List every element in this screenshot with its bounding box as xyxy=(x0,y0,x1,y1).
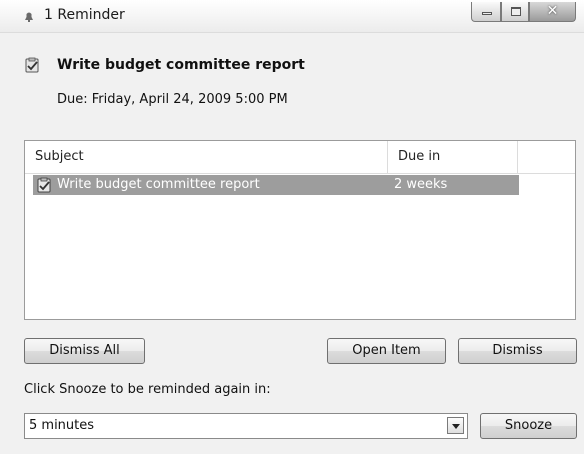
column-header-due-in[interactable]: Due in xyxy=(388,141,518,173)
reminder-bell-icon xyxy=(25,12,33,22)
column-header-subject[interactable]: Subject xyxy=(25,141,388,173)
minimize-button[interactable] xyxy=(471,2,501,22)
reminder-subject: Write budget committee report xyxy=(57,57,305,73)
reminder-window: 1 Reminder ✕ Write budget committee repo… xyxy=(0,0,584,454)
snooze-interval-select[interactable]: 5 minutes xyxy=(24,413,468,439)
maximize-button[interactable] xyxy=(501,2,529,22)
title-bar[interactable]: 1 Reminder ✕ xyxy=(0,0,584,33)
open-item-button[interactable]: Open Item xyxy=(327,338,446,364)
close-button[interactable]: ✕ xyxy=(529,2,576,22)
snooze-interval-value: 5 minutes xyxy=(29,418,95,433)
reminder-list[interactable]: Subject Due in Write budget committee re… xyxy=(24,140,576,320)
maximize-icon xyxy=(511,7,521,16)
list-item-due-in: 2 weeks xyxy=(394,177,448,192)
snooze-button[interactable]: Snooze xyxy=(480,413,577,439)
list-header: Subject Due in xyxy=(25,141,575,174)
dropdown-button[interactable] xyxy=(447,417,464,434)
list-item[interactable]: Write budget committee report 2 weeks xyxy=(33,175,519,195)
task-clipboard-icon xyxy=(25,57,39,73)
close-icon: ✕ xyxy=(546,3,559,19)
snooze-label: Click Snooze to be reminded again in: xyxy=(24,382,271,397)
window-title: 1 Reminder xyxy=(44,7,125,23)
list-item-subject: Write budget committee report xyxy=(57,177,260,192)
task-clipboard-icon xyxy=(37,177,51,193)
dismiss-all-button[interactable]: Dismiss All xyxy=(24,338,145,364)
chevron-down-icon xyxy=(452,424,460,429)
minimize-icon xyxy=(482,12,492,15)
dismiss-button[interactable]: Dismiss xyxy=(458,338,577,364)
reminder-due-date: Due: Friday, April 24, 2009 5:00 PM xyxy=(57,92,288,107)
